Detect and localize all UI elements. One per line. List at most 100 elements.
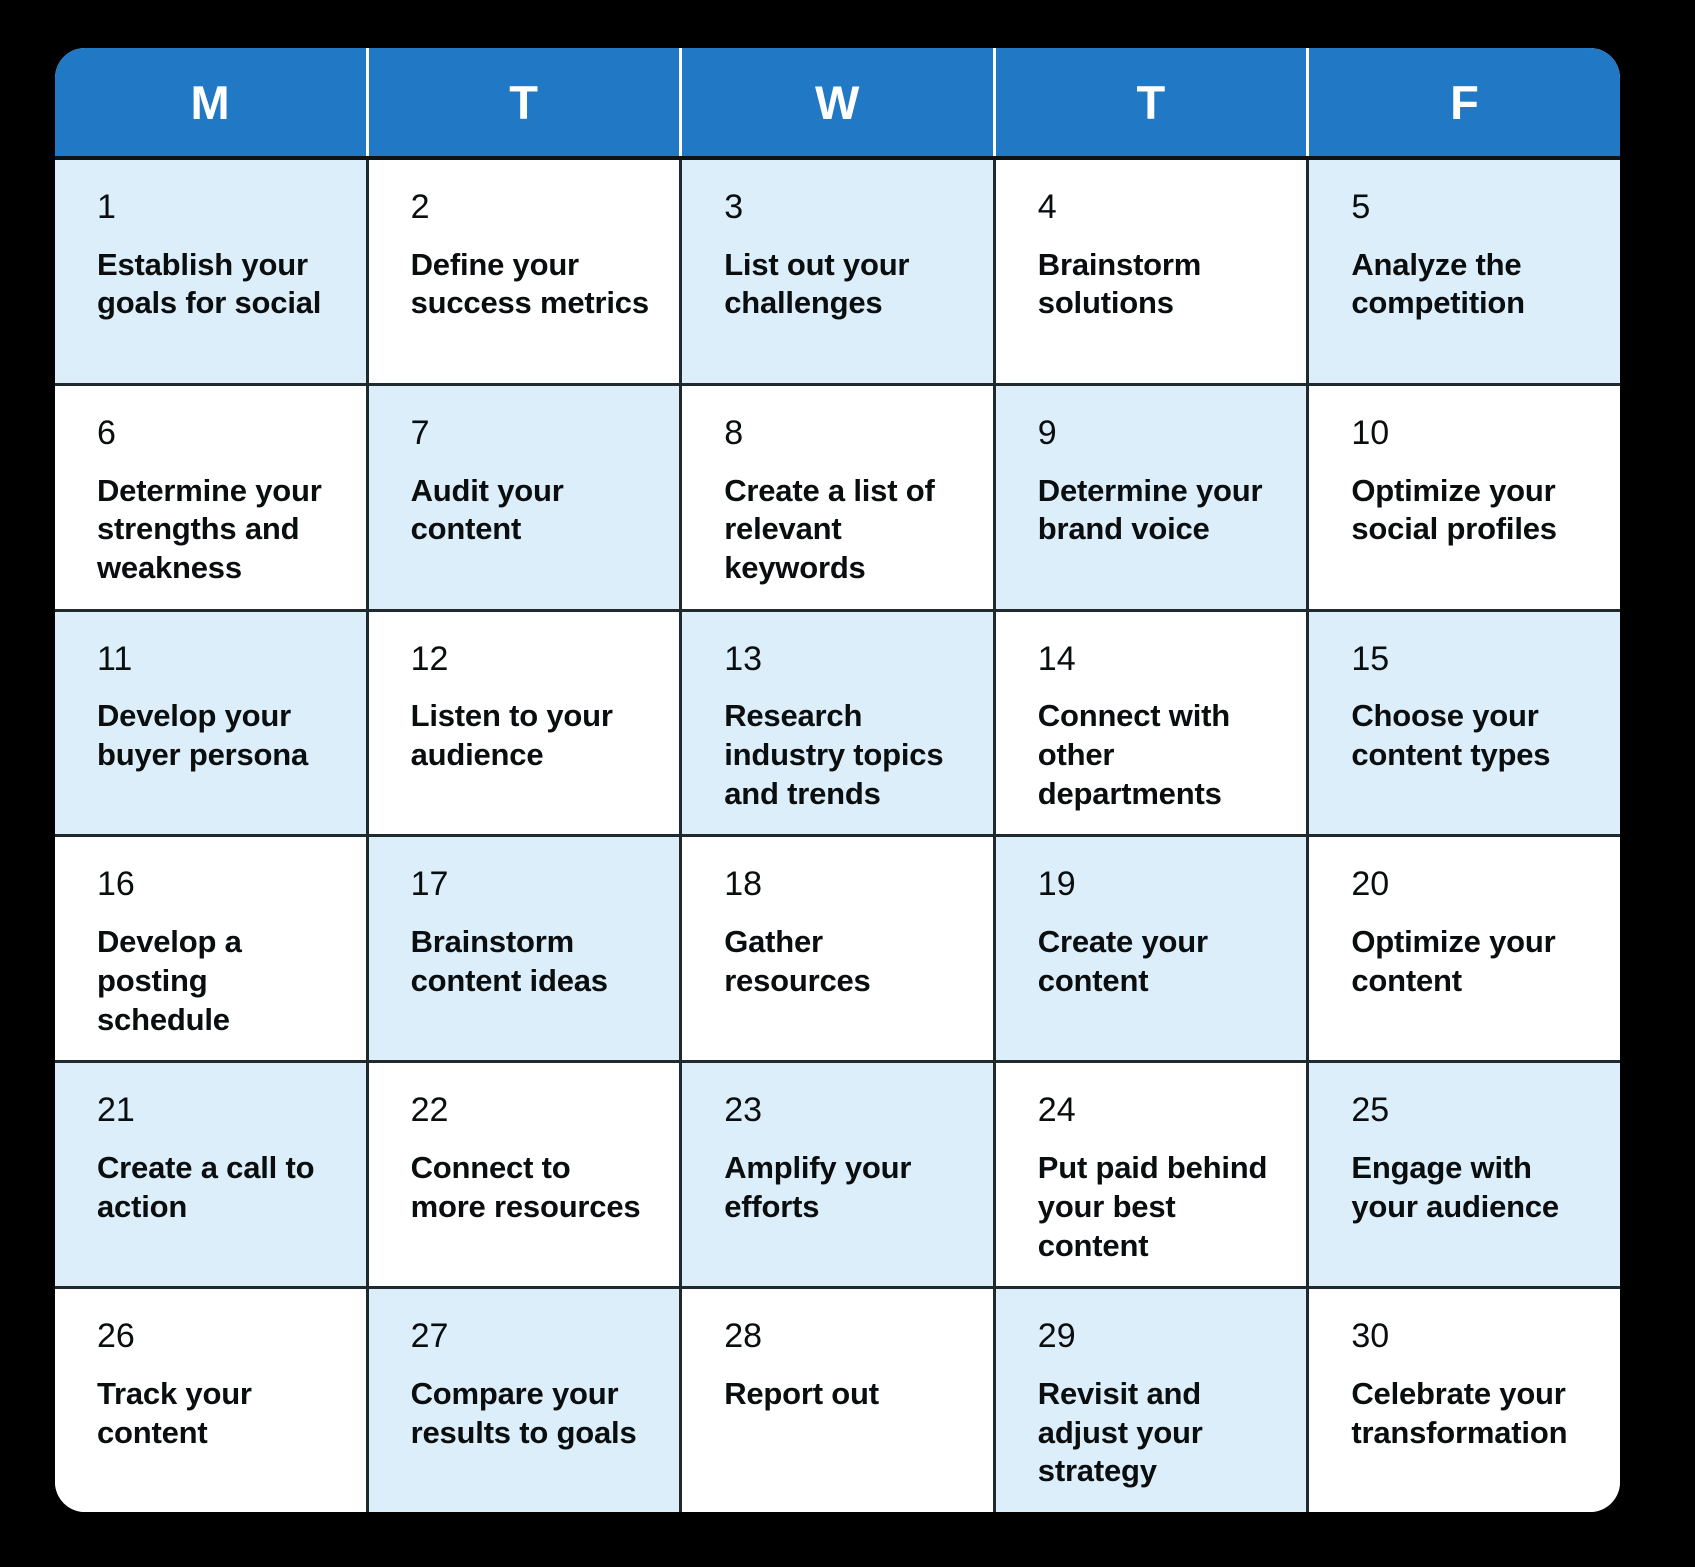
day-number: 16 [97, 865, 135, 904]
day-number: 20 [1351, 865, 1390, 904]
weekday-label: T [509, 75, 539, 129]
day-task: Revisit and adjust your strategy [1037, 1375, 1203, 1489]
day-number: 27 [410, 1317, 449, 1356]
day-task: Create a call to action [97, 1150, 315, 1224]
day-cell[interactable]: 8 Create a list of relevant keywords [682, 385, 996, 609]
calendar-card: M T W T F 1 Establish your goals for soc… [55, 48, 1620, 1512]
day-cell[interactable]: 28 Report out [682, 1289, 996, 1512]
week-row: 26 Track your content 27 Compare your re… [55, 1289, 1620, 1512]
day-cell[interactable]: 20 Optimize your content [1309, 837, 1620, 1061]
day-number: 25 [1351, 1091, 1390, 1130]
day-cell[interactable]: 2 Define your success metrics [368, 160, 683, 383]
day-task: Connect to more resources [410, 1150, 641, 1224]
day-number: 19 [1037, 865, 1076, 904]
day-task: Brainstorm content ideas [410, 924, 608, 998]
week-row: 21 Create a call to action 22 Connect to… [55, 1063, 1620, 1290]
day-number: 17 [410, 865, 449, 904]
day-task: Create a list of relevant keywords [724, 472, 935, 586]
day-number: 9 [1037, 413, 1057, 452]
day-task: Optimize your content [1351, 924, 1556, 998]
day-cell[interactable]: 15 Choose your content types [1309, 611, 1620, 835]
day-cell[interactable]: 24 Put paid behind your best content [995, 1063, 1310, 1287]
day-number: 29 [1037, 1317, 1076, 1356]
day-task: Gather resources [724, 924, 871, 998]
day-number: 26 [97, 1317, 135, 1356]
day-task: Research industry topics and trends [724, 698, 944, 811]
day-cell[interactable]: 1 Establish your goals for social [55, 160, 369, 383]
day-task: Optimize your social profiles [1351, 472, 1557, 547]
day-number: 15 [1351, 639, 1390, 678]
day-number: 3 [724, 188, 744, 226]
day-task: Engage with your audience [1351, 1150, 1559, 1224]
day-cell[interactable]: 11 Develop your buyer persona [55, 611, 369, 835]
day-cell[interactable]: 21 Create a call to action [55, 1063, 369, 1287]
day-number: 22 [410, 1091, 449, 1130]
day-number: 1 [97, 188, 116, 226]
day-number: 14 [1037, 639, 1076, 678]
weekday-label: M [190, 75, 231, 129]
day-cell[interactable]: 29 Revisit and adjust your strategy [995, 1289, 1310, 1512]
weekday-label: W [815, 75, 860, 129]
day-task: Choose your content types [1351, 698, 1551, 773]
week-row: 1 Establish your goals for social 2 Defi… [55, 160, 1620, 386]
day-task: List out your challenges [724, 246, 910, 321]
day-cell[interactable]: 17 Brainstorm content ideas [368, 837, 683, 1061]
day-cell[interactable]: 3 List out your challenges [682, 160, 996, 383]
day-cell[interactable]: 13 Research industry topics and trends [682, 611, 996, 835]
weekday-header-row: M T W T F [55, 48, 1620, 160]
day-cell[interactable]: 18 Gather resources [682, 837, 996, 1061]
day-number: 6 [97, 413, 116, 452]
day-cell[interactable]: 26 Track your content [55, 1289, 369, 1512]
day-cell[interactable]: 6 Determine your strengths and weakness [55, 385, 369, 609]
day-task: Connect with other departments [1037, 698, 1230, 811]
day-task: Analyze the competition [1351, 246, 1525, 321]
day-task: Listen to your audience [410, 698, 613, 773]
day-number: 30 [1351, 1317, 1390, 1356]
weekday-header-thursday: T [996, 48, 1310, 156]
day-number: 28 [724, 1317, 763, 1356]
day-task: Report out [724, 1375, 879, 1411]
day-cell[interactable]: 9 Determine your brand voice [995, 385, 1310, 609]
day-number: 10 [1351, 413, 1390, 452]
day-task: Create your content [1037, 924, 1208, 998]
day-task: Audit your content [410, 472, 564, 547]
day-cell[interactable]: 14 Connect with other departments [995, 611, 1310, 835]
day-task: Establish your goals for social [97, 246, 322, 321]
day-task: Determine your brand voice [1037, 472, 1263, 547]
day-number: 8 [724, 413, 744, 452]
day-task: Compare your results to goals [410, 1375, 637, 1450]
day-number: 11 [97, 639, 133, 678]
calendar-grid-body: 1 Establish your goals for social 2 Defi… [55, 160, 1620, 1512]
day-cell[interactable]: 27 Compare your results to goals [368, 1289, 683, 1512]
day-cell[interactable]: 25 Engage with your audience [1309, 1063, 1620, 1287]
day-task: Put paid behind your best content [1037, 1150, 1268, 1263]
day-cell[interactable]: 22 Connect to more resources [368, 1063, 683, 1287]
day-task: Track your content [97, 1375, 252, 1450]
weekday-label: T [1136, 75, 1166, 129]
week-row: 11 Develop your buyer persona 12 Listen … [55, 611, 1620, 838]
day-task: Determine your strengths and weakness [97, 472, 322, 586]
day-cell[interactable]: 19 Create your content [995, 837, 1310, 1061]
day-cell[interactable]: 10 Optimize your social profiles [1309, 385, 1620, 609]
day-cell[interactable]: 5 Analyze the competition [1309, 160, 1620, 383]
week-row: 16 Develop a posting schedule 17 Brainst… [55, 837, 1620, 1064]
weekday-header-friday: F [1309, 48, 1620, 156]
weekday-label: F [1450, 75, 1480, 129]
day-cell[interactable]: 12 Listen to your audience [368, 611, 683, 835]
day-task: Amplify your efforts [724, 1150, 912, 1224]
day-number: 4 [1037, 188, 1057, 226]
day-cell[interactable]: 16 Develop a posting schedule [55, 837, 369, 1061]
day-cell[interactable]: 4 Brainstorm solutions [995, 160, 1310, 383]
weekday-header-tuesday: T [369, 48, 683, 156]
day-number: 24 [1037, 1091, 1076, 1130]
day-number: 23 [724, 1091, 763, 1130]
day-task: Brainstorm solutions [1037, 246, 1202, 321]
day-number: 7 [410, 413, 430, 452]
day-cell[interactable]: 30 Celebrate your transformation [1309, 1289, 1620, 1512]
day-number: 18 [724, 865, 763, 904]
day-cell[interactable]: 7 Audit your content [368, 385, 683, 609]
weekday-header-wednesday: W [682, 48, 996, 156]
day-number: 12 [410, 639, 449, 678]
week-row: 6 Determine your strengths and weakness … [55, 385, 1620, 612]
day-cell[interactable]: 23 Amplify your efforts [682, 1063, 996, 1287]
